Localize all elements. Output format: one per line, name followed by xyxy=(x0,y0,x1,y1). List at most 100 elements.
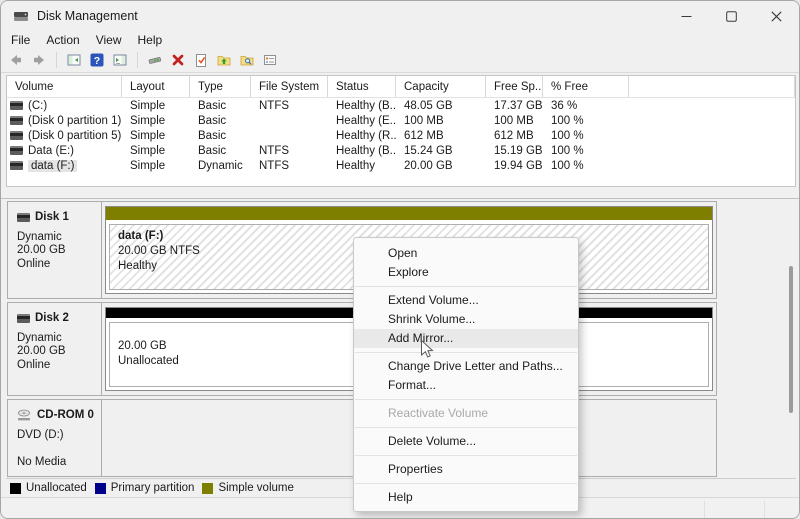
menu-separator xyxy=(355,427,577,428)
disk-capacity: 20.00 GB xyxy=(17,244,66,256)
legend-item-simple-volume: Simple volume xyxy=(202,482,294,494)
forward-icon xyxy=(34,55,44,65)
menu-separator xyxy=(355,286,577,287)
menu-item-format[interactable]: Format... xyxy=(354,376,578,395)
menu-item-explore[interactable]: Explore xyxy=(354,263,578,282)
menu-help[interactable]: Help xyxy=(130,33,171,47)
unallocated-swatch xyxy=(10,482,21,494)
column-header-capacity[interactable]: Capacity xyxy=(396,76,486,97)
svg-text:?: ? xyxy=(94,55,100,67)
cdrom-label[interactable]: CD-ROM 0 DVD (D:) No Media xyxy=(8,400,102,476)
vertical-scrollbar-thumb[interactable] xyxy=(789,266,793,413)
disk-capacity: 20.00 GB xyxy=(17,345,66,357)
column-header-type[interactable]: Type xyxy=(190,76,251,97)
caption-buttons xyxy=(664,1,799,31)
folder-search-icon xyxy=(240,56,254,66)
table-row-selected[interactable]: data (F:) Simple Dynamic NTFS Healthy 20… xyxy=(7,158,795,173)
folder-search-button[interactable] xyxy=(238,51,256,69)
delete-x-icon xyxy=(172,54,184,66)
help-button[interactable]: ? xyxy=(88,51,106,69)
disk1-label[interactable]: Disk 1 Dynamic 20.00 GB Online xyxy=(8,202,102,298)
menu-item-add-mirror[interactable]: Add Mirror... xyxy=(354,329,578,348)
menu-item-shrink-volume[interactable]: Shrink Volume... xyxy=(354,310,578,329)
close-icon xyxy=(771,10,782,22)
simple-volume-band xyxy=(106,207,712,220)
maximize-icon xyxy=(726,10,737,22)
menu-item-change-drive-letter[interactable]: Change Drive Letter and Paths... xyxy=(354,357,578,376)
column-header-spacer xyxy=(629,76,795,97)
delete-volume-button[interactable] xyxy=(169,51,187,69)
minimize-button[interactable] xyxy=(664,1,709,31)
column-header-volume[interactable]: Volume xyxy=(7,76,122,97)
disk2-label[interactable]: Disk 2 Dynamic 20.00 GB Online xyxy=(8,303,102,395)
action-pane-button[interactable] xyxy=(111,51,129,69)
cd-rom-icon xyxy=(18,409,30,421)
menu-file[interactable]: File xyxy=(3,33,38,47)
menu-item-delete-volume[interactable]: Delete Volume... xyxy=(354,432,578,451)
disk-drive-icon xyxy=(17,314,30,324)
disk-management-window: Disk Management File Action View Help ? … xyxy=(0,0,800,519)
maximize-button[interactable] xyxy=(709,1,754,31)
menu-item-extend-volume[interactable]: Extend Volume... xyxy=(354,291,578,310)
table-row[interactable]: (C:) Simple Basic NTFS Healthy (B... 48.… xyxy=(7,98,795,113)
close-button[interactable] xyxy=(754,1,799,31)
disk-status: Online xyxy=(17,257,51,270)
menu-item-reactivate-volume: Reactivate Volume xyxy=(388,406,489,420)
menu-separator xyxy=(355,352,577,353)
column-header-free-space[interactable]: Free Sp... xyxy=(486,76,543,97)
menu-separator xyxy=(355,483,577,484)
disk-drive-icon xyxy=(17,213,30,223)
column-header-file-system[interactable]: File System xyxy=(251,76,328,97)
toolbar: ? xyxy=(1,48,799,73)
forward-button[interactable] xyxy=(30,51,48,69)
menu-item-open[interactable]: Open xyxy=(354,244,578,263)
menu-item-help[interactable]: Help xyxy=(354,488,578,507)
disk-name: Disk 1 xyxy=(35,211,69,223)
table-row[interactable]: (Disk 0 partition 1) Simple Basic Health… xyxy=(7,113,795,128)
details-list-icon xyxy=(264,55,276,65)
volume-list-pane: Volume Layout Type File System Status Ca… xyxy=(6,75,796,187)
document-check-icon xyxy=(196,54,206,67)
device-wand-icon xyxy=(148,57,162,64)
table-row[interactable]: Data (E:) Simple Basic NTFS Healthy (B..… xyxy=(7,143,795,158)
menu-action[interactable]: Action xyxy=(38,33,87,47)
menu-bar: File Action View Help xyxy=(1,31,799,48)
minimize-icon xyxy=(681,15,692,17)
cdrom-media-type: DVD (D:) xyxy=(17,428,64,441)
menu-item-properties[interactable]: Properties xyxy=(354,460,578,479)
disk-name: CD-ROM 0 xyxy=(37,409,94,421)
cdrom-status: No Media xyxy=(17,455,67,468)
console-tree-icon xyxy=(67,54,81,66)
volume-drive-icon xyxy=(10,146,23,155)
disk-name: Disk 2 xyxy=(35,312,69,324)
volume-drive-icon xyxy=(10,131,23,140)
volume-drive-icon xyxy=(10,116,23,125)
menu-separator xyxy=(355,399,577,400)
legend-item-primary-partition: Primary partition xyxy=(94,482,194,494)
volume-name: (Disk 0 partition 5) xyxy=(28,129,122,142)
action-pane-icon xyxy=(113,54,127,66)
column-header-pct-free[interactable]: % Free xyxy=(543,76,629,97)
console-tree-button[interactable] xyxy=(65,51,83,69)
folder-up-button[interactable] xyxy=(215,51,233,69)
toolbar-separator xyxy=(137,52,138,68)
details-view-button[interactable] xyxy=(261,51,279,69)
back-button[interactable] xyxy=(7,51,25,69)
column-header-layout[interactable]: Layout xyxy=(122,76,190,97)
volume-drive-icon xyxy=(10,101,23,110)
rescan-device-button[interactable] xyxy=(146,51,164,69)
table-row[interactable]: (Disk 0 partition 5) Simple Basic Health… xyxy=(7,128,795,143)
volume-name: (Disk 0 partition 1) xyxy=(28,114,122,127)
disk-status: Online xyxy=(17,358,51,371)
volume-drive-icon xyxy=(10,161,23,170)
folder-up-icon xyxy=(217,56,231,66)
column-header-status[interactable]: Status xyxy=(328,76,396,97)
properties-check-button[interactable] xyxy=(192,51,210,69)
simple-volume-swatch xyxy=(202,482,214,494)
app-disk-icon xyxy=(14,12,28,21)
disk-type: Dynamic xyxy=(17,331,62,344)
menu-view[interactable]: View xyxy=(88,33,130,47)
volume-table-header: Volume Layout Type File System Status Ca… xyxy=(7,76,795,98)
toolbar-separator xyxy=(56,52,57,68)
mouse-cursor-icon xyxy=(421,339,434,358)
